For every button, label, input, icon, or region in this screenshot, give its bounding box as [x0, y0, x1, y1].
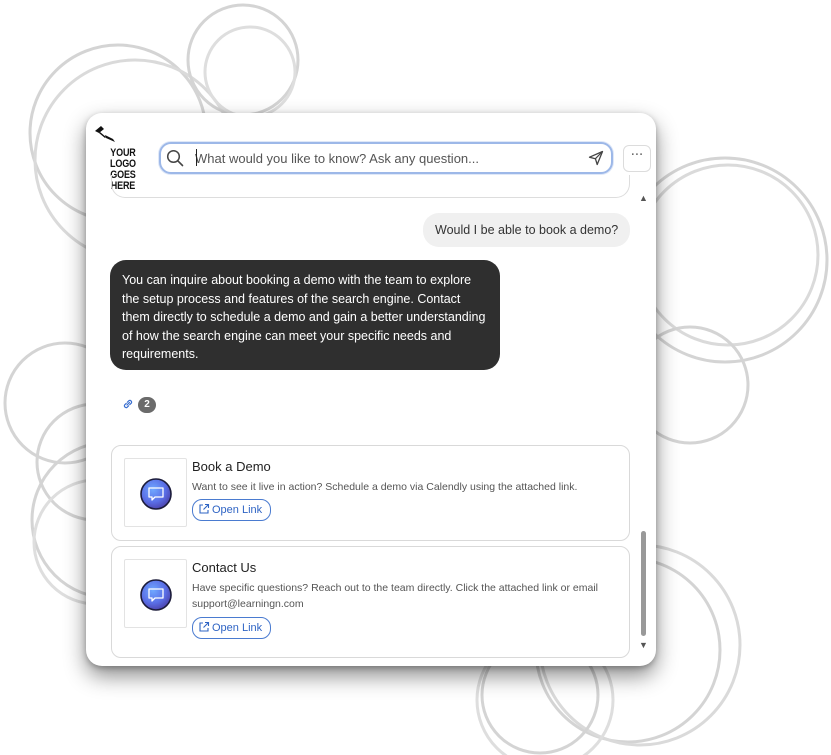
send-icon[interactable]: [588, 150, 604, 166]
scrollbar[interactable]: ▲ ▼: [638, 193, 648, 653]
chat-bubble-icon: [140, 579, 172, 611]
scroll-thumb[interactable]: [641, 531, 646, 636]
search-bar[interactable]: [159, 142, 613, 174]
open-link-label: Open Link: [212, 504, 263, 516]
user-message: Would I be able to book a demo?: [423, 213, 631, 247]
logo: YOUR LOGO GOES HERE: [93, 125, 153, 192]
open-link-button[interactable]: Open Link: [192, 499, 272, 521]
external-link-icon: [199, 503, 210, 514]
card-description: Want to see it live in action? Schedule …: [192, 481, 578, 493]
scroll-down-arrow-icon[interactable]: ▼: [639, 640, 648, 650]
open-link-label: Open Link: [212, 622, 263, 634]
result-card-book-demo[interactable]: Book a Demo Want to see it live in actio…: [111, 445, 630, 541]
chat-bubble-icon: [140, 478, 172, 510]
logo-line-1: YOUR LOGO: [110, 147, 136, 170]
open-link-button[interactable]: Open Link: [192, 617, 272, 639]
search-icon: [166, 149, 184, 167]
previous-message-edge: [111, 175, 630, 198]
card-thumbnail: [124, 458, 187, 527]
bot-message: You can inquire about booking a demo wit…: [110, 260, 500, 370]
result-card-contact-us[interactable]: Contact Us Have specific questions? Reac…: [111, 546, 630, 658]
card-title[interactable]: Book a Demo: [192, 459, 271, 474]
logo-mark-icon: [95, 126, 115, 142]
search-widget: YOUR LOGO GOES HERE ··· ▲ ▼ Would I be a…: [86, 113, 656, 666]
card-description: Have specific questions? Reach out to th…: [192, 582, 599, 610]
scroll-up-arrow-icon[interactable]: ▲: [639, 193, 648, 203]
card-title[interactable]: Contact Us: [192, 560, 256, 575]
link-icon: [123, 399, 133, 409]
text-cursor: [196, 149, 197, 166]
more-options-button[interactable]: ···: [623, 145, 651, 172]
search-input[interactable]: [195, 148, 565, 168]
card-thumbnail: [124, 559, 187, 628]
external-link-icon: [199, 621, 210, 632]
sources-count-badge[interactable]: 2: [138, 397, 156, 413]
